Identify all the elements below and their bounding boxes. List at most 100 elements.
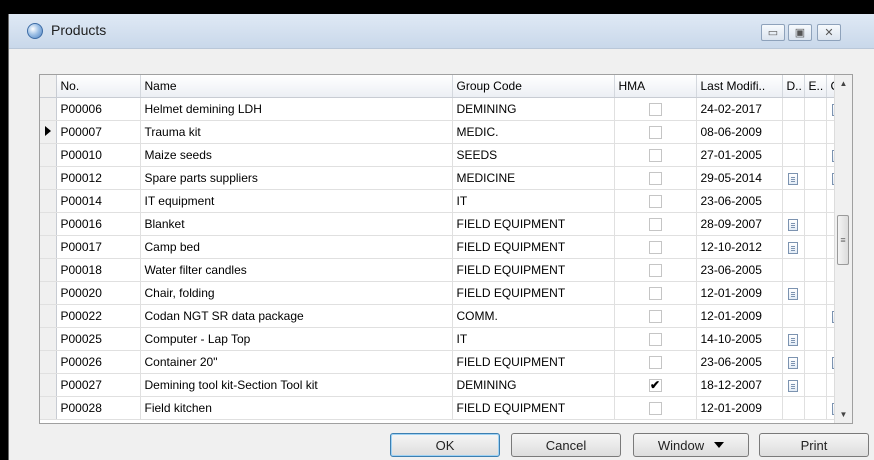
row-indicator[interactable]	[40, 235, 57, 259]
document-icon[interactable]	[788, 172, 798, 185]
cell-name[interactable]: Camp bed	[140, 235, 453, 259]
column-header-no[interactable]: No.	[56, 75, 141, 98]
document-icon[interactable]	[788, 356, 798, 369]
cell-group-code[interactable]: FIELD EQUIPMENT	[452, 281, 615, 305]
cell-e[interactable]	[804, 143, 827, 167]
cell-last-modified[interactable]: 12-01-2009	[696, 304, 783, 328]
column-header-group-code[interactable]: Group Code	[452, 75, 615, 98]
cell-name[interactable]: Spare parts suppliers	[140, 166, 453, 190]
row-indicator[interactable]	[40, 258, 57, 282]
cell-last-modified[interactable]: 12-10-2012	[696, 235, 783, 259]
table-row[interactable]: P00017 Camp bed FIELD EQUIPMENT 12-10-2012	[40, 235, 849, 259]
cell-last-modified[interactable]: 28-09-2007	[696, 212, 783, 236]
hma-checkbox[interactable]	[648, 241, 662, 255]
row-indicator[interactable]	[40, 97, 57, 121]
cell-name[interactable]: Maize seeds	[140, 143, 453, 167]
cell-d[interactable]	[782, 97, 805, 121]
row-indicator[interactable]	[40, 304, 57, 328]
cell-e[interactable]	[804, 258, 827, 282]
products-grid[interactable]: No. Name Group Code HMA Last Modifi.. D.…	[39, 74, 853, 424]
cell-group-code[interactable]: DEMINING	[452, 373, 615, 397]
cell-group-code[interactable]: IT	[452, 327, 615, 351]
row-indicator[interactable]	[40, 143, 57, 167]
row-indicator[interactable]	[40, 281, 57, 305]
row-indicator[interactable]	[40, 189, 57, 213]
minimize-button[interactable]: ▭	[761, 24, 785, 41]
cell-e[interactable]	[804, 304, 827, 328]
cell-e[interactable]	[804, 189, 827, 213]
cell-name[interactable]: Codan NGT SR data package	[140, 304, 453, 328]
hma-checkbox[interactable]	[648, 103, 662, 117]
table-row[interactable]: P00012 Spare parts suppliers MEDICINE 29-05…	[40, 166, 849, 190]
cell-d[interactable]	[782, 143, 805, 167]
table-row[interactable]: P00016 Blanket FIELD EQUIPMENT 28-09-2007	[40, 212, 849, 236]
document-icon[interactable]	[788, 287, 798, 300]
cell-e[interactable]	[804, 212, 827, 236]
cell-e[interactable]	[804, 235, 827, 259]
cell-name[interactable]: IT equipment	[140, 189, 453, 213]
cell-name[interactable]: Blanket	[140, 212, 453, 236]
table-row[interactable]: P00027 Demining tool kit-Section Tool kit…	[40, 373, 849, 397]
maximize-button[interactable]: ▣	[788, 24, 812, 41]
table-row[interactable]: P00025 Computer - Lap Top IT 14-10-2005	[40, 327, 849, 351]
column-header-e[interactable]: E..	[804, 75, 827, 98]
column-header-d[interactable]: D..	[782, 75, 805, 98]
cell-no[interactable]: P00010	[56, 143, 141, 167]
row-indicator[interactable]	[40, 373, 57, 397]
cell-name[interactable]: Chair, folding	[140, 281, 453, 305]
hma-checkbox[interactable]: ✔	[648, 379, 662, 393]
cell-no[interactable]: P00022	[56, 304, 141, 328]
cell-last-modified[interactable]: 24-02-2017	[696, 97, 783, 121]
cell-e[interactable]	[804, 350, 827, 374]
table-row[interactable]: P00007 Trauma kit MEDIC. 08-06-2009	[40, 120, 849, 144]
cell-no[interactable]: P00006	[56, 97, 141, 121]
cell-d[interactable]	[782, 212, 805, 236]
cell-d[interactable]	[782, 258, 805, 282]
ok-button[interactable]: OK	[390, 433, 500, 457]
cell-name[interactable]: Field kitchen	[140, 396, 453, 420]
cell-no[interactable]: P00012	[56, 166, 141, 190]
hma-checkbox[interactable]	[648, 310, 662, 324]
cell-no[interactable]: P00014	[56, 189, 141, 213]
cell-no[interactable]: P00018	[56, 258, 141, 282]
hma-checkbox[interactable]	[648, 172, 662, 186]
cell-group-code[interactable]: IT	[452, 189, 615, 213]
row-indicator[interactable]	[40, 166, 57, 190]
cell-no[interactable]: P00027	[56, 373, 141, 397]
cell-d[interactable]	[782, 120, 805, 144]
document-icon[interactable]	[788, 379, 798, 392]
cell-no[interactable]: P00025	[56, 327, 141, 351]
cell-last-modified[interactable]: 14-10-2005	[696, 327, 783, 351]
cell-no[interactable]: P00026	[56, 350, 141, 374]
cell-last-modified[interactable]: 12-01-2009	[696, 281, 783, 305]
cell-no[interactable]: P00007	[56, 120, 141, 144]
hma-checkbox[interactable]	[648, 402, 662, 416]
table-row[interactable]: P00010 Maize seeds SEEDS 27-01-2005	[40, 143, 849, 167]
table-row[interactable]: P00006 Helmet demining LDH DEMINING 24-02-2…	[40, 97, 849, 121]
scroll-up-arrow-icon[interactable]: ▲	[835, 75, 852, 92]
cell-group-code[interactable]: FIELD EQUIPMENT	[452, 258, 615, 282]
cell-last-modified[interactable]: 23-06-2005	[696, 258, 783, 282]
cell-e[interactable]	[804, 97, 827, 121]
cell-last-modified[interactable]: 23-06-2005	[696, 350, 783, 374]
cell-d[interactable]	[782, 166, 805, 190]
cell-d[interactable]	[782, 281, 805, 305]
cell-name[interactable]: Computer - Lap Top	[140, 327, 453, 351]
cell-no[interactable]: P00016	[56, 212, 141, 236]
cell-d[interactable]	[782, 350, 805, 374]
row-indicator[interactable]	[40, 212, 57, 236]
hma-checkbox[interactable]	[648, 126, 662, 140]
table-row[interactable]: P00018 Water filter candles FIELD EQUIPMEN…	[40, 258, 849, 282]
hma-checkbox[interactable]	[648, 287, 662, 301]
window-menu-button[interactable]: Window	[633, 433, 749, 457]
scroll-down-arrow-icon[interactable]: ▼	[835, 406, 852, 423]
cell-group-code[interactable]: MEDICINE	[452, 166, 615, 190]
table-row[interactable]: P00020 Chair, folding FIELD EQUIPMENT 12-01…	[40, 281, 849, 305]
cell-e[interactable]	[804, 327, 827, 351]
cancel-button[interactable]: Cancel	[511, 433, 621, 457]
table-row[interactable]: P00026 Container 20" FIELD EQUIPMENT 23-06-…	[40, 350, 849, 374]
row-indicator[interactable]	[40, 350, 57, 374]
hma-checkbox[interactable]	[648, 356, 662, 370]
cell-group-code[interactable]: FIELD EQUIPMENT	[452, 396, 615, 420]
close-button[interactable]: ✕	[817, 24, 841, 41]
